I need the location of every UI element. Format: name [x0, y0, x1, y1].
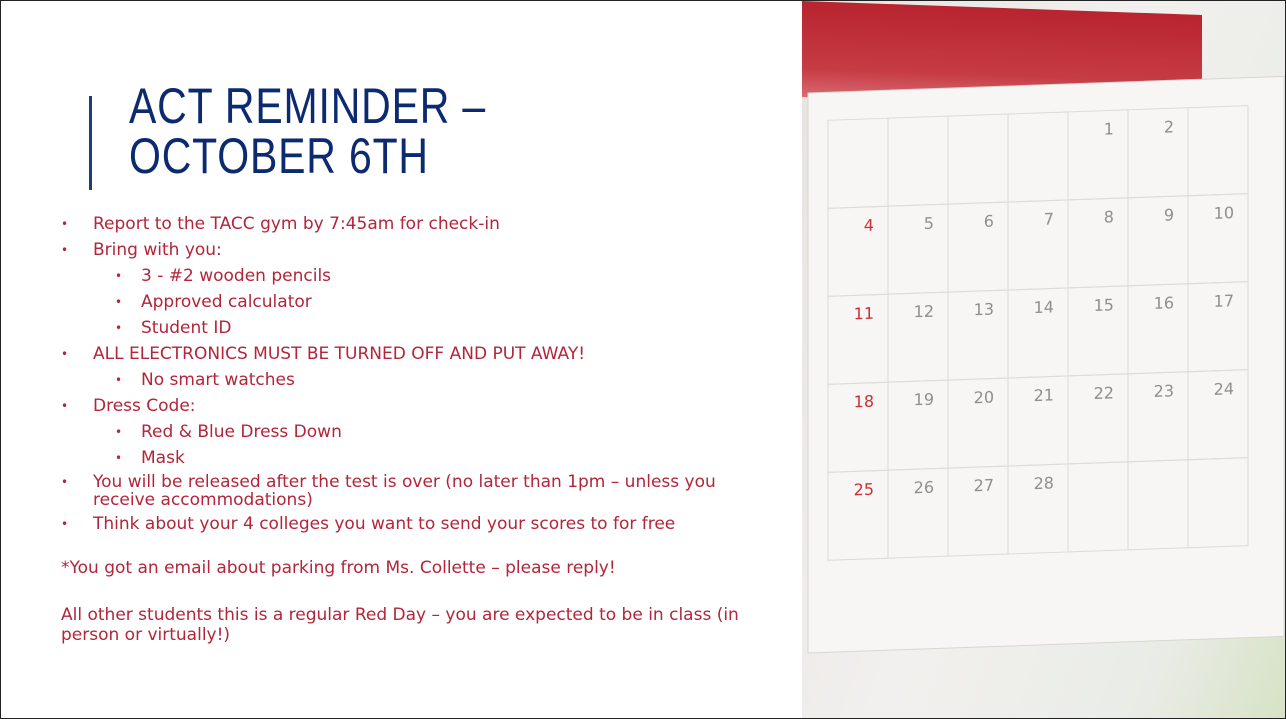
calendar-day-number: 4 [864, 216, 874, 235]
calendar-day-number: 15 [1094, 295, 1114, 315]
subbullet-dress-down: • Red & Blue Dress Down [115, 422, 342, 442]
red-day-note: All other students this is a regular Red… [61, 605, 739, 645]
calendar-day-number: 20 [974, 388, 994, 408]
calendar-day-number: 26 [914, 478, 934, 498]
calendar-day-number: 18 [854, 392, 874, 412]
subbullet-mask: • Mask [115, 448, 185, 468]
bullet-icon: • [61, 243, 69, 257]
slide-content: • Report to the TACC gym by 7:45am for ch… [61, 213, 761, 645]
calendar-day-number: 14 [1034, 297, 1054, 317]
bullet-report: • Report to the TACC gym by 7:45am for ch… [61, 214, 500, 234]
subbullet-calculator: • Approved calculator [115, 292, 312, 312]
calendar-page-image: 1 24 5 6 7 8 9 1011 12 13 14 15 16 1718 19 20 21 22 23 2425… [807, 75, 1285, 654]
bullet-icon: • [115, 321, 123, 335]
calendar-day-number: 13 [974, 300, 994, 320]
bullet-icon: • [115, 373, 123, 387]
subbullet-student-id: • Student ID [115, 318, 232, 338]
title-accent-bar [89, 96, 92, 190]
calendar-day-number: 8 [1104, 207, 1114, 226]
calendar-day-number: 10 [1214, 203, 1234, 223]
slide: ACT REMINDER – OCTOBER 6TH • Report to th… [0, 0, 1286, 719]
calendar-day-number: 11 [854, 304, 874, 324]
bullet-electronics: • ALL ELECTRONICS MUST BE TURNED OFF AND … [61, 344, 586, 364]
bullet-icon: • [61, 475, 69, 489]
bullet-icon: • [115, 269, 123, 283]
calendar-day-number: 9 [1164, 205, 1174, 224]
bullet-icon: • [61, 347, 69, 361]
calendar-photo: 1 2 4 5 6 7 8 9 10 11 12 13 14 15 16 17 18 19 20 21 22 23 24 25… [802, 1, 1285, 718]
calendar-day-number: 25 [854, 480, 874, 500]
bullet-dress-code: • Dress Code: [61, 396, 196, 416]
calendar-day-number: 22 [1094, 383, 1114, 403]
slide-title: ACT REMINDER – OCTOBER 6TH [129, 78, 487, 184]
subbullet-watches: • No smart watches [115, 370, 295, 390]
calendar-day-number: 24 [1214, 379, 1234, 399]
calendar-day-number: 23 [1154, 381, 1174, 401]
parking-note: *You got an email about parking from Ms.… [61, 558, 616, 578]
calendar-day-number: 21 [1034, 385, 1054, 405]
calendar-day-number: 1 [1104, 119, 1114, 138]
bullet-bring: • Bring with you: [61, 240, 222, 260]
bullet-colleges: • Think about your 4 colleges you want to… [61, 514, 676, 534]
calendar-day-number: 27 [974, 476, 994, 496]
calendar-day-number: 28 [1034, 473, 1054, 493]
calendar-day-number: 12 [914, 302, 934, 322]
calendar-day-number: 16 [1154, 293, 1174, 313]
calendar-day-number: 2 [1164, 117, 1174, 136]
bullet-released: • You will be released after the test is … [61, 472, 716, 510]
bullet-icon: • [115, 295, 123, 309]
bullet-icon: • [61, 217, 69, 231]
calendar-day-number: 6 [984, 212, 994, 231]
bullet-icon: • [115, 425, 123, 439]
bullet-icon: • [61, 399, 69, 413]
calendar-day-number: 17 [1214, 291, 1234, 311]
calendar-day-number: 7 [1044, 209, 1054, 228]
calendar-day-number: 5 [924, 214, 934, 233]
calendar-page [807, 75, 1285, 654]
calendar-day-number: 19 [914, 390, 934, 410]
bullet-icon: • [61, 517, 69, 531]
subbullet-pencils: • 3 - #2 wooden pencils [115, 266, 332, 286]
bullet-icon: • [115, 451, 123, 465]
